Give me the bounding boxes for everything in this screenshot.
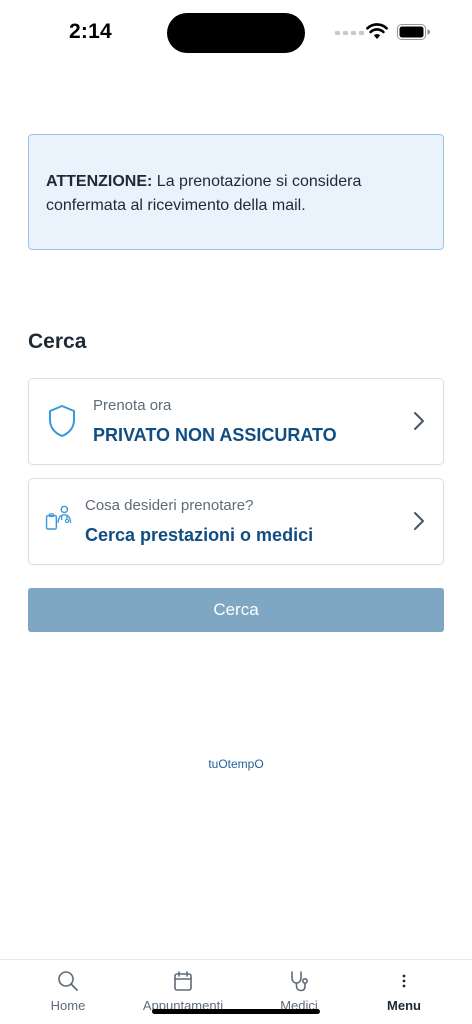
section-title: Cerca [28,330,87,353]
shield-icon [49,405,75,437]
alert-text: ATTENZIONE: La prenotazione si considera… [46,170,427,218]
tab-appointments[interactable]: Appuntamenti [124,960,242,1024]
tab-menu-label: Menu [387,998,421,1013]
brand-link[interactable]: tuOtempO [0,757,472,771]
booking-type-card[interactable]: Prenota ora PRIVATO NON ASSICURATO [28,378,444,465]
search-services-subtitle: Cosa desideri prenotare? [85,497,254,514]
doctor-clipboard-icon [45,505,72,530]
status-bar: 2:14 [0,0,472,62]
tab-home[interactable]: Home [9,960,127,1024]
bottom-tab-bar: Home Appuntamenti Medici Menu [0,959,472,1024]
stethoscope-icon [291,971,309,992]
home-indicator[interactable] [152,1009,320,1014]
booking-type-subtitle: Prenota ora [93,397,172,414]
dynamic-island [167,13,305,53]
search-button[interactable]: Cerca [28,588,444,632]
tab-doctors[interactable]: Medici [240,960,358,1024]
search-services-card[interactable]: Cosa desideri prenotare? Cerca prestazio… [28,478,444,565]
wifi-icon [366,23,388,39]
tab-home-label: Home [50,998,86,1013]
booking-type-title: PRIVATO NON ASSICURATO [93,425,337,445]
tab-menu[interactable]: Menu [345,960,463,1024]
calendar-icon [174,971,192,991]
attention-alert: ATTENZIONE: La prenotazione si considera… [28,134,444,250]
search-icon [58,971,78,991]
search-services-title: Cerca prestazioni o medici [85,525,314,545]
chevron-right-icon [414,512,424,530]
alert-label: ATTENZIONE: [46,173,153,190]
chevron-right-icon [414,412,424,430]
status-time: 2:14 [69,20,112,43]
more-vertical-icon [402,974,406,988]
cellular-signal-icon [335,31,364,35]
battery-icon [397,24,430,40]
